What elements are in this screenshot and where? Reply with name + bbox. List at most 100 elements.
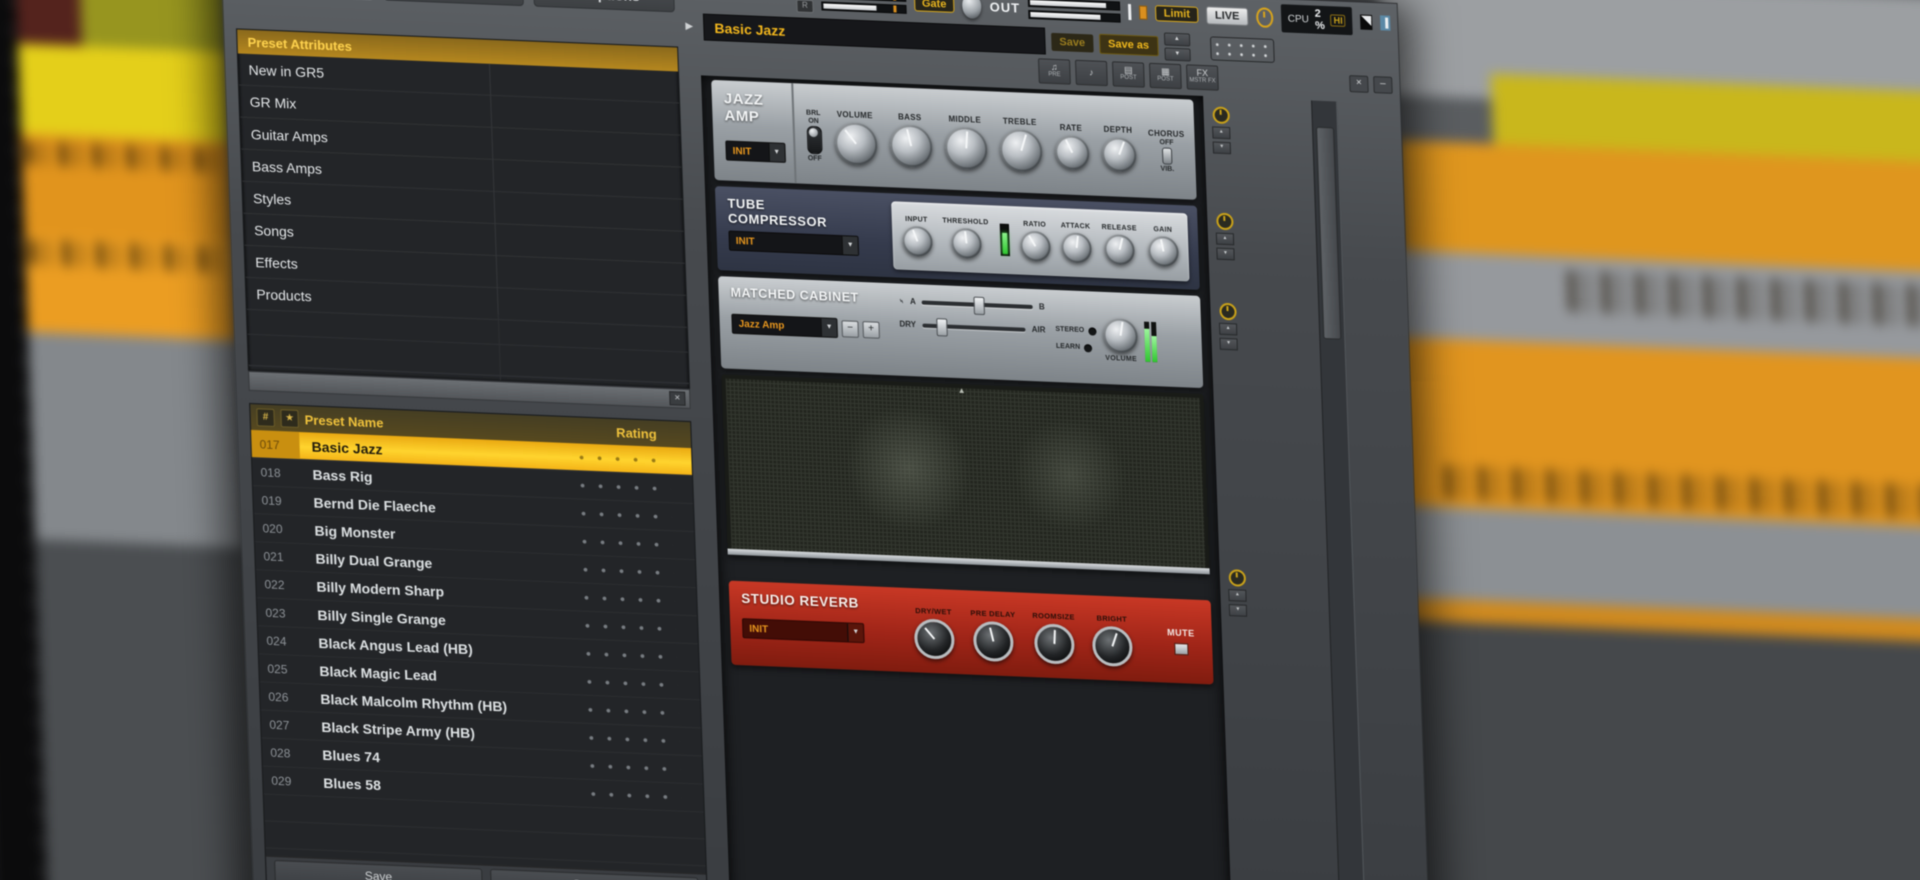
module-down-button[interactable]: ▼: [1212, 141, 1232, 155]
module-up-button[interactable]: ▲: [1215, 232, 1235, 246]
number-column-icon[interactable]: #: [256, 408, 275, 427]
preset-rating-dots[interactable]: [582, 593, 675, 605]
jazz-amp-preset-dropdown[interactable]: INIT ▼: [725, 140, 786, 163]
scrollbar-thumb[interactable]: [1315, 126, 1342, 340]
tapedeck-post-icon[interactable]: ▤ POST: [1111, 60, 1145, 88]
module-up-button[interactable]: ▲: [1228, 589, 1247, 602]
header-save-as-button[interactable]: Save as: [1098, 33, 1159, 56]
dropdown-arrow-icon[interactable]: ▼: [841, 236, 859, 255]
volume-knob[interactable]: [834, 121, 878, 166]
fold-triangle-icon[interactable]: ▲: [958, 386, 966, 395]
limit-button[interactable]: Limit: [1155, 5, 1199, 23]
middle-knob[interactable]: [944, 126, 988, 171]
preset-rating-dots[interactable]: [579, 508, 672, 521]
collapse-arrow-icon[interactable]: ▶: [685, 21, 697, 33]
speaker-cabinet[interactable]: ▲: [721, 374, 1210, 575]
dropdown-arrow-icon[interactable]: ▼: [846, 623, 864, 643]
preset-rating-dots[interactable]: [588, 761, 681, 774]
save-as-button[interactable]: Save as: [490, 868, 700, 880]
tuner-icon[interactable]: ♪: [1074, 59, 1108, 86]
meter-bar: [821, 0, 907, 14]
minimize-icon[interactable]: –: [1373, 75, 1393, 94]
preset-up-button[interactable]: ▲: [1163, 31, 1191, 47]
power-icon[interactable]: [1256, 7, 1274, 28]
module-power-icon[interactable]: [1211, 106, 1230, 125]
preset-rating-dots[interactable]: [586, 705, 679, 718]
preset-rating-dots[interactable]: [578, 480, 671, 493]
module-power-icon[interactable]: [1218, 302, 1237, 321]
metronome-icon[interactable]: ▦ POST: [1148, 62, 1182, 89]
star-column-icon[interactable]: ★: [280, 409, 299, 428]
stereo-label: STEREO: [1055, 325, 1085, 335]
save-button[interactable]: Save: [274, 859, 484, 880]
bright-switch[interactable]: [806, 125, 823, 155]
preset-rating-dots[interactable]: [587, 733, 680, 746]
gate-button[interactable]: Gate: [913, 0, 955, 13]
ratio-knob[interactable]: [1019, 230, 1051, 262]
attack-knob[interactable]: [1060, 232, 1092, 264]
treble-knob[interactable]: [999, 128, 1043, 173]
output-fader[interactable]: [1128, 3, 1132, 21]
reverb-preset-dropdown[interactable]: INIT ▼: [741, 618, 865, 644]
preset-grid-icon[interactable]: [1209, 35, 1275, 63]
threshold-knob[interactable]: [950, 227, 982, 259]
live-button[interactable]: LIVE: [1205, 6, 1249, 26]
stereo-led[interactable]: [1088, 326, 1097, 336]
release-knob[interactable]: [1104, 234, 1136, 266]
module-power-icon[interactable]: [1215, 212, 1234, 231]
gate-knob[interactable]: [961, 0, 983, 19]
tab-components[interactable]: ↻ Components: [382, 0, 525, 7]
bright-knob[interactable]: [1092, 625, 1134, 668]
rate-knob[interactable]: [1054, 134, 1090, 171]
info-icon[interactable]: [1379, 14, 1391, 31]
slider-handle[interactable]: [973, 296, 986, 315]
preset-rating-dots[interactable]: [581, 565, 674, 577]
close-icon[interactable]: ×: [669, 391, 686, 406]
preset-rating-dots[interactable]: [583, 621, 676, 633]
gain-knob[interactable]: [1148, 235, 1180, 268]
preset-rating-dots[interactable]: [580, 537, 673, 549]
preset-rating-dots[interactable]: [585, 677, 678, 689]
close-rack-icon[interactable]: ×: [1349, 74, 1369, 93]
predelay-knob[interactable]: [973, 620, 1015, 663]
bass-knob[interactable]: [889, 124, 933, 168]
preset-rating-dots[interactable]: [577, 452, 670, 465]
rating-column-label[interactable]: Rating: [616, 424, 657, 441]
module-up-button[interactable]: ▲: [1218, 322, 1238, 336]
cabinet-volume-knob[interactable]: [1102, 317, 1138, 354]
compressor-preset-dropdown[interactable]: INIT ▼: [728, 230, 860, 256]
master-fx-icon[interactable]: FX MSTR FX: [1185, 63, 1219, 91]
roomsize-knob[interactable]: [1033, 623, 1076, 665]
module-up-button[interactable]: ▲: [1212, 126, 1231, 140]
preset-rating-dots[interactable]: [584, 649, 677, 661]
module-down-button[interactable]: ▼: [1219, 337, 1238, 351]
module-power-icon[interactable]: [1228, 569, 1246, 587]
slider-handle[interactable]: [936, 317, 948, 337]
cabinet-prev-button[interactable]: −: [841, 319, 859, 338]
depth-knob[interactable]: [1101, 136, 1137, 173]
channel-right-badge[interactable]: R: [796, 0, 814, 14]
drywet-knob[interactable]: [913, 618, 956, 660]
rack-scrollbar[interactable]: [1311, 100, 1369, 880]
header-save-button[interactable]: Save: [1051, 32, 1094, 53]
ab-morph-slider[interactable]: [921, 296, 1033, 315]
dropdown-arrow-icon[interactable]: ▼: [767, 143, 785, 162]
tapedeck-pre-icon[interactable]: ♫ PRE: [1037, 57, 1071, 85]
dry-air-slider[interactable]: [921, 317, 1026, 337]
preset-rating-dots[interactable]: [589, 789, 682, 802]
dropdown-arrow-icon[interactable]: ▼: [820, 318, 838, 338]
chorus-switch[interactable]: [1161, 146, 1173, 165]
cabinet-preset-dropdown[interactable]: Jazz Amp ▼: [731, 313, 839, 339]
tab-options[interactable]: ◎ Options: [533, 0, 675, 13]
preset-name-column-label[interactable]: Preset Name: [304, 412, 383, 430]
module-down-button[interactable]: ▼: [1216, 247, 1235, 261]
cpu-mode-badge[interactable]: HI: [1330, 14, 1346, 27]
module-down-button[interactable]: ▼: [1228, 604, 1248, 617]
daw-track-dark-right: [1365, 618, 1920, 880]
on-label: ON: [808, 117, 819, 126]
cabinet-next-button[interactable]: +: [862, 320, 880, 339]
learn-led[interactable]: [1084, 343, 1093, 353]
mute-button[interactable]: [1174, 642, 1189, 655]
input-knob[interactable]: [901, 225, 933, 257]
preset-down-button[interactable]: ▼: [1164, 46, 1191, 62]
